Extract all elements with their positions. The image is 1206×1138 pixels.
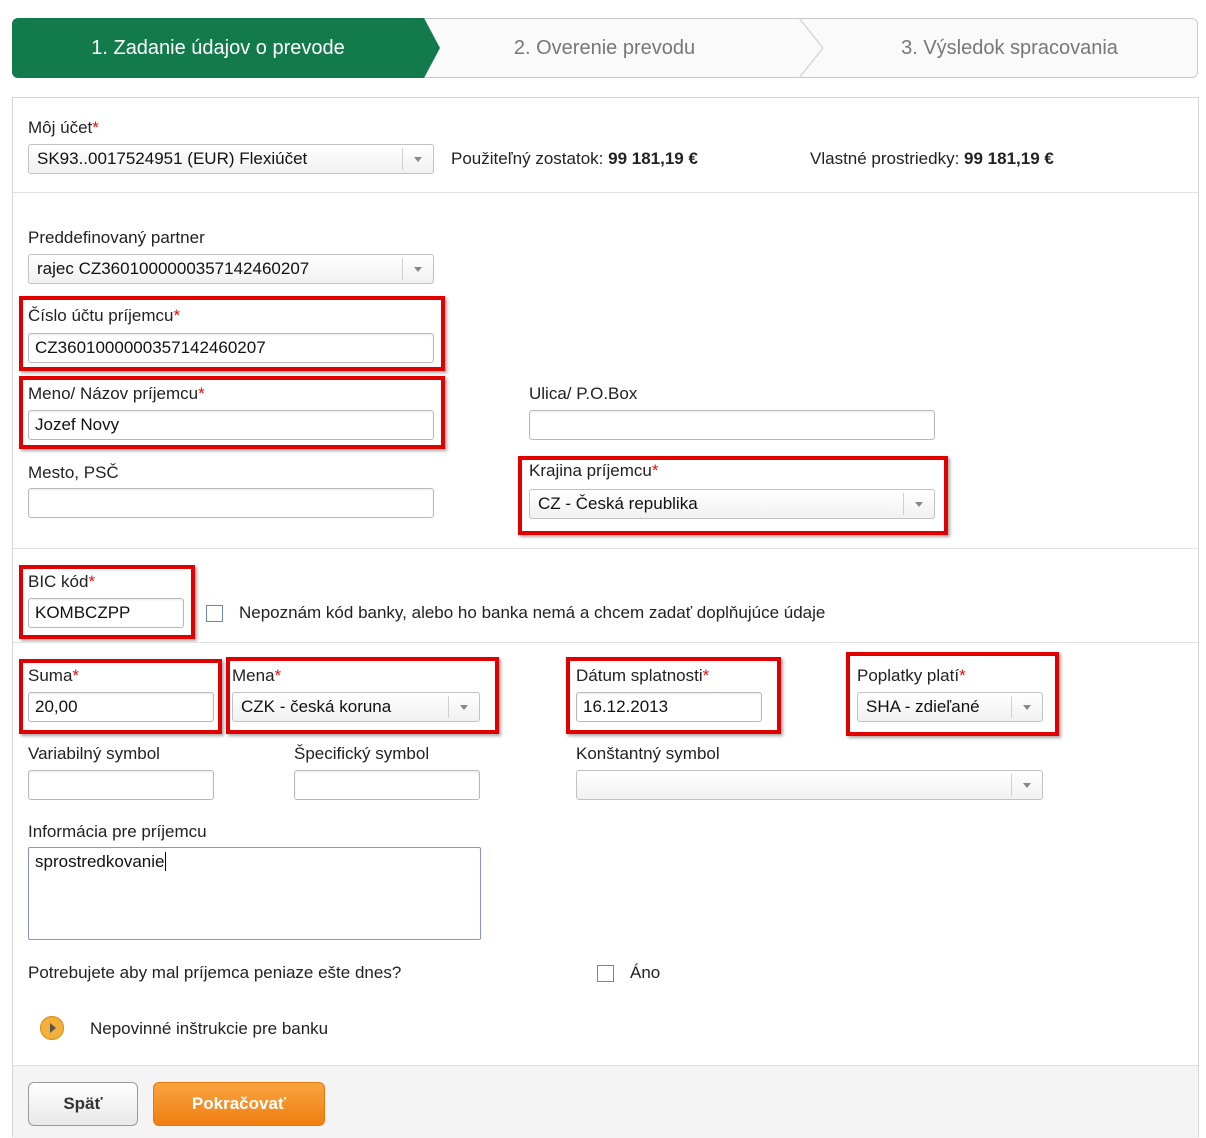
expand-arrow-icon[interactable] <box>40 1016 64 1040</box>
info-textarea[interactable]: sprostredkovanie​ <box>28 847 481 940</box>
urgent-question: Potrebujete aby mal príjemca peniaze ešt… <box>28 963 402 982</box>
account-select[interactable]: SK93..0017524951 (EUR) Flexiúčet <box>28 144 434 174</box>
partner-select[interactable]: rajec CZ3601000000357142460207 <box>28 254 434 284</box>
highlight-box <box>226 657 499 734</box>
step-2-label: 2. Overenie prevodu <box>513 37 696 59</box>
highlight-box <box>518 456 948 535</box>
variable-symbol-label: Variabilný symbol <box>28 744 160 763</box>
specific-symbol-input[interactable] <box>294 770 480 800</box>
partner-label: Preddefinovaný partner <box>28 228 205 247</box>
highlight-box <box>19 659 222 734</box>
constant-symbol-label: Konštantný symbol <box>576 744 720 763</box>
street-input[interactable] <box>529 410 935 440</box>
highlight-box <box>19 296 445 371</box>
divider <box>13 192 1198 193</box>
unknown-bank-label: Nepoznám kód banky, alebo ho banka nemá … <box>239 603 826 622</box>
info-textarea-value: sprostredkovanie <box>35 852 165 871</box>
available-balance-value: 99 181,19 € <box>608 149 698 168</box>
partner-select-value: rajec CZ3601000000357142460207 <box>37 259 310 278</box>
own-funds: Vlastné prostriedky: 99 181,19 € <box>810 149 1054 168</box>
instructions-link[interactable]: Nepovinné inštrukcie pre banku <box>90 1019 328 1039</box>
highlight-box <box>19 376 445 449</box>
back-button[interactable]: Späť <box>28 1082 138 1126</box>
step-separator-chevron <box>798 18 824 78</box>
city-label: Mesto, PSČ <box>28 463 119 482</box>
account-label: Môj účet* <box>28 118 99 137</box>
constant-symbol-select[interactable] <box>576 770 1043 800</box>
street-label: Ulica/ P.O.Box <box>529 384 638 403</box>
continue-button[interactable]: Pokračovať <box>153 1082 325 1126</box>
chevron-down-icon <box>1011 774 1042 796</box>
highlight-box <box>846 652 1059 736</box>
specific-symbol-label: Špecifický symbol <box>294 744 430 763</box>
urgent-checkbox-label: Áno <box>630 963 661 982</box>
own-funds-value: 99 181,19 € <box>964 149 1054 168</box>
divider <box>13 548 1198 549</box>
wizard-steps: 1. Zadanie údajov o prevode 2. Overenie … <box>12 18 1198 78</box>
step-3-label: 3. Výsledok spracovania <box>901 37 1118 59</box>
highlight-box <box>566 657 781 734</box>
highlight-box <box>19 565 195 639</box>
chevron-down-icon <box>402 258 433 280</box>
divider <box>13 642 1198 643</box>
chevron-down-icon <box>402 148 433 170</box>
city-input[interactable] <box>28 488 434 518</box>
urgent-checkbox[interactable] <box>597 965 614 982</box>
step-1-label: 1. Zadanie údajov o prevode <box>91 37 345 59</box>
account-select-value: SK93..0017524951 (EUR) Flexiúčet <box>37 149 308 168</box>
unknown-bank-checkbox[interactable] <box>206 605 223 622</box>
info-label: Informácia pre príjemcu <box>28 822 207 841</box>
variable-symbol-input[interactable] <box>28 770 214 800</box>
available-balance: Použiteľný zostatok: 99 181,19 € <box>451 149 698 168</box>
text-cursor: ​ <box>165 852 167 871</box>
